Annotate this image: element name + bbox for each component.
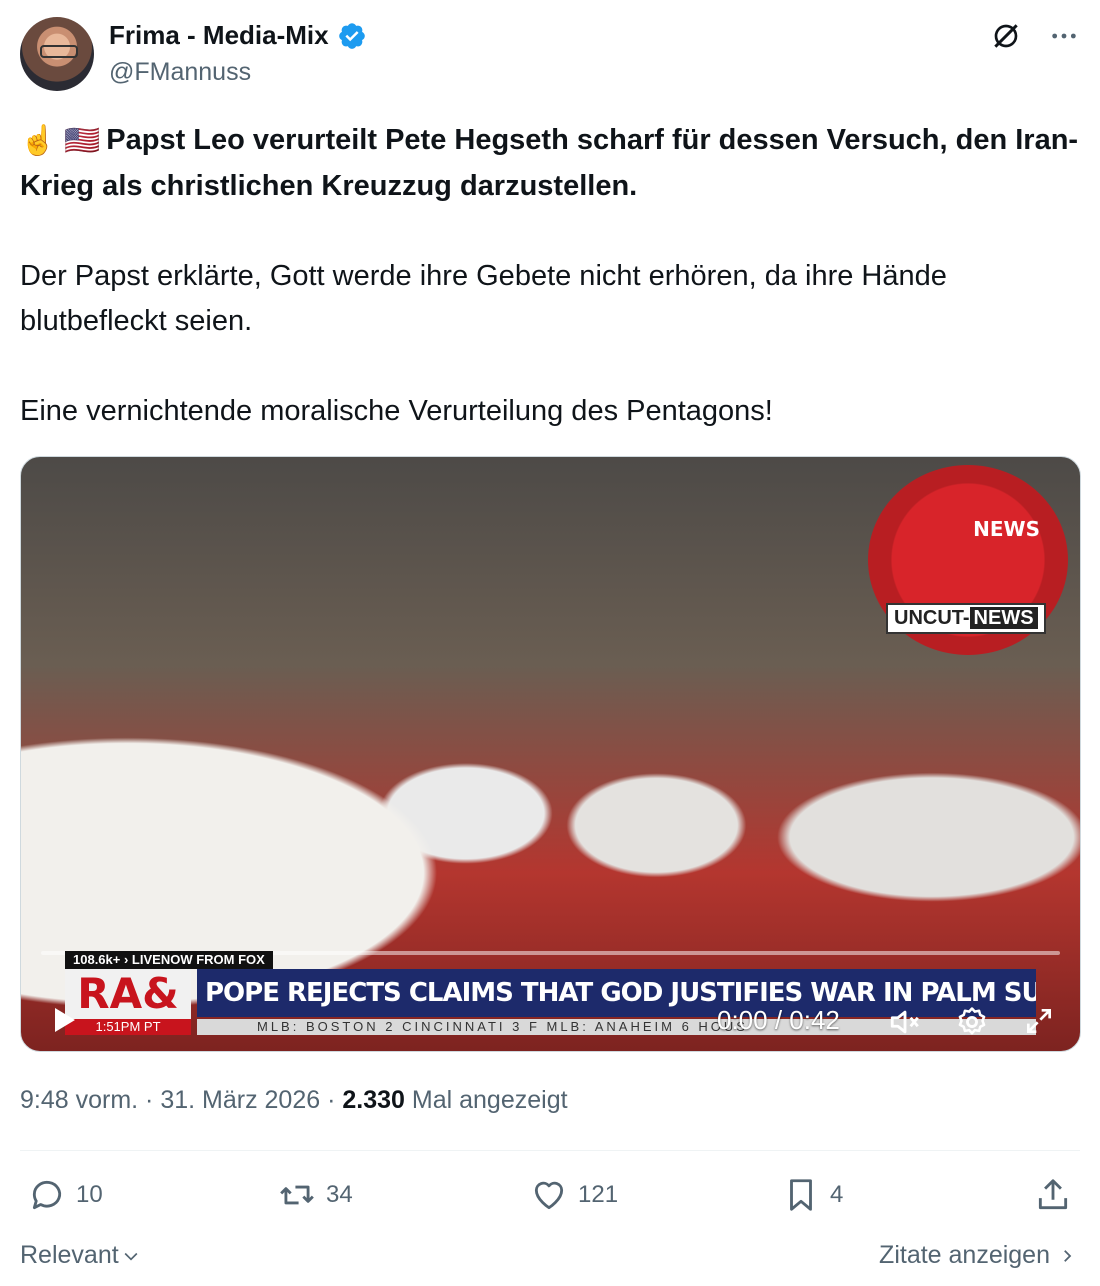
post-paragraph-2: Der Papst erklärte, Gott werde ihre Gebe… bbox=[20, 259, 947, 337]
bookmark-count: 4 bbox=[830, 1181, 844, 1208]
fullscreen-icon[interactable] bbox=[1023, 1005, 1055, 1037]
avatar[interactable] bbox=[20, 17, 94, 91]
video-player[interactable]: NEWS UNCUT- NEWS 108.6k+ › LIVENOW FROM F… bbox=[20, 456, 1081, 1052]
views-label: Mal angezeigt bbox=[411, 1086, 568, 1114]
video-controls: 0:00 / 0:42 bbox=[21, 969, 1080, 1051]
repost-button[interactable]: 34 bbox=[278, 1176, 353, 1214]
sort-replies-toggle[interactable]: Relevant bbox=[20, 1241, 141, 1270]
verified-badge-icon bbox=[338, 22, 365, 49]
logo-uncut-text: UNCUT- NEWS bbox=[886, 603, 1046, 634]
post-emoji: ☝️ 🇺🇸 bbox=[20, 124, 101, 157]
video-time: 0:00 / 0:42 bbox=[717, 1005, 840, 1035]
post-date[interactable]: 31. März 2026 bbox=[160, 1086, 320, 1114]
uncut-news-logo: NEWS UNCUT- NEWS bbox=[868, 465, 1068, 655]
logo-uncut-news-label: NEWS bbox=[969, 607, 1038, 629]
tv-views: 108.6k+ bbox=[73, 952, 121, 967]
bookmark-button[interactable]: 4 bbox=[782, 1176, 843, 1214]
tv-source: LIVENOW FROM FOX bbox=[131, 952, 265, 967]
reply-count: 10 bbox=[76, 1181, 103, 1208]
action-bar: 10 34 121 4 bbox=[20, 1176, 1080, 1220]
bookmark-icon bbox=[790, 1179, 812, 1211]
sort-label: Relevant bbox=[20, 1241, 119, 1269]
post-headline: ☝️ 🇺🇸 Papst Leo verurteilt Pete Hegseth s… bbox=[20, 118, 1080, 209]
quotes-label: Zitate anzeigen bbox=[879, 1241, 1050, 1269]
view-count: 2.330 bbox=[342, 1086, 405, 1114]
tv-source-strip: 108.6k+ › LIVENOW FROM FOX bbox=[65, 951, 273, 969]
share-icon bbox=[1038, 1179, 1068, 1210]
more-icon[interactable] bbox=[1048, 20, 1080, 52]
post-paragraph-3: Eine vernichtende moralische Verurteilun… bbox=[20, 394, 773, 427]
post-headline-text: Papst Leo verurteilt Pete Hegseth scharf… bbox=[20, 124, 1079, 202]
logo-uncut-label: UNCUT- bbox=[894, 607, 970, 629]
logo-news-text: NEWS bbox=[973, 517, 1040, 541]
post-meta: 9:48 vorm. · 31. März 2026 · 2.330 Mal a… bbox=[20, 1086, 568, 1114]
chevron-down-icon bbox=[124, 1252, 138, 1261]
handle[interactable]: @FMannuss bbox=[109, 58, 251, 87]
settings-gear-icon[interactable] bbox=[955, 1005, 989, 1039]
grok-icon[interactable] bbox=[990, 20, 1022, 52]
volume-muted-icon[interactable] bbox=[887, 1005, 923, 1039]
repost-count: 34 bbox=[326, 1181, 353, 1208]
heart-icon bbox=[534, 1181, 564, 1210]
top-actions bbox=[990, 20, 1080, 52]
like-button[interactable]: 121 bbox=[530, 1176, 618, 1214]
post-text: ☝️ 🇺🇸 Papst Leo verurteilt Pete Hegseth s… bbox=[20, 118, 1080, 434]
author-row: Frima - Media-Mix bbox=[109, 20, 367, 51]
like-count: 121 bbox=[578, 1181, 619, 1208]
show-quotes-link[interactable]: Zitate anzeigen bbox=[879, 1241, 1076, 1270]
reply-icon bbox=[32, 1180, 62, 1210]
chevron-right-icon bbox=[1064, 1249, 1072, 1262]
repost-icon bbox=[280, 1185, 314, 1205]
share-button[interactable] bbox=[1034, 1176, 1072, 1214]
display-name[interactable]: Frima - Media-Mix bbox=[109, 20, 329, 51]
post-time[interactable]: 9:48 vorm. bbox=[20, 1086, 138, 1114]
divider bbox=[20, 1150, 1080, 1151]
reply-button[interactable]: 10 bbox=[28, 1176, 103, 1214]
play-icon[interactable] bbox=[47, 1003, 79, 1037]
